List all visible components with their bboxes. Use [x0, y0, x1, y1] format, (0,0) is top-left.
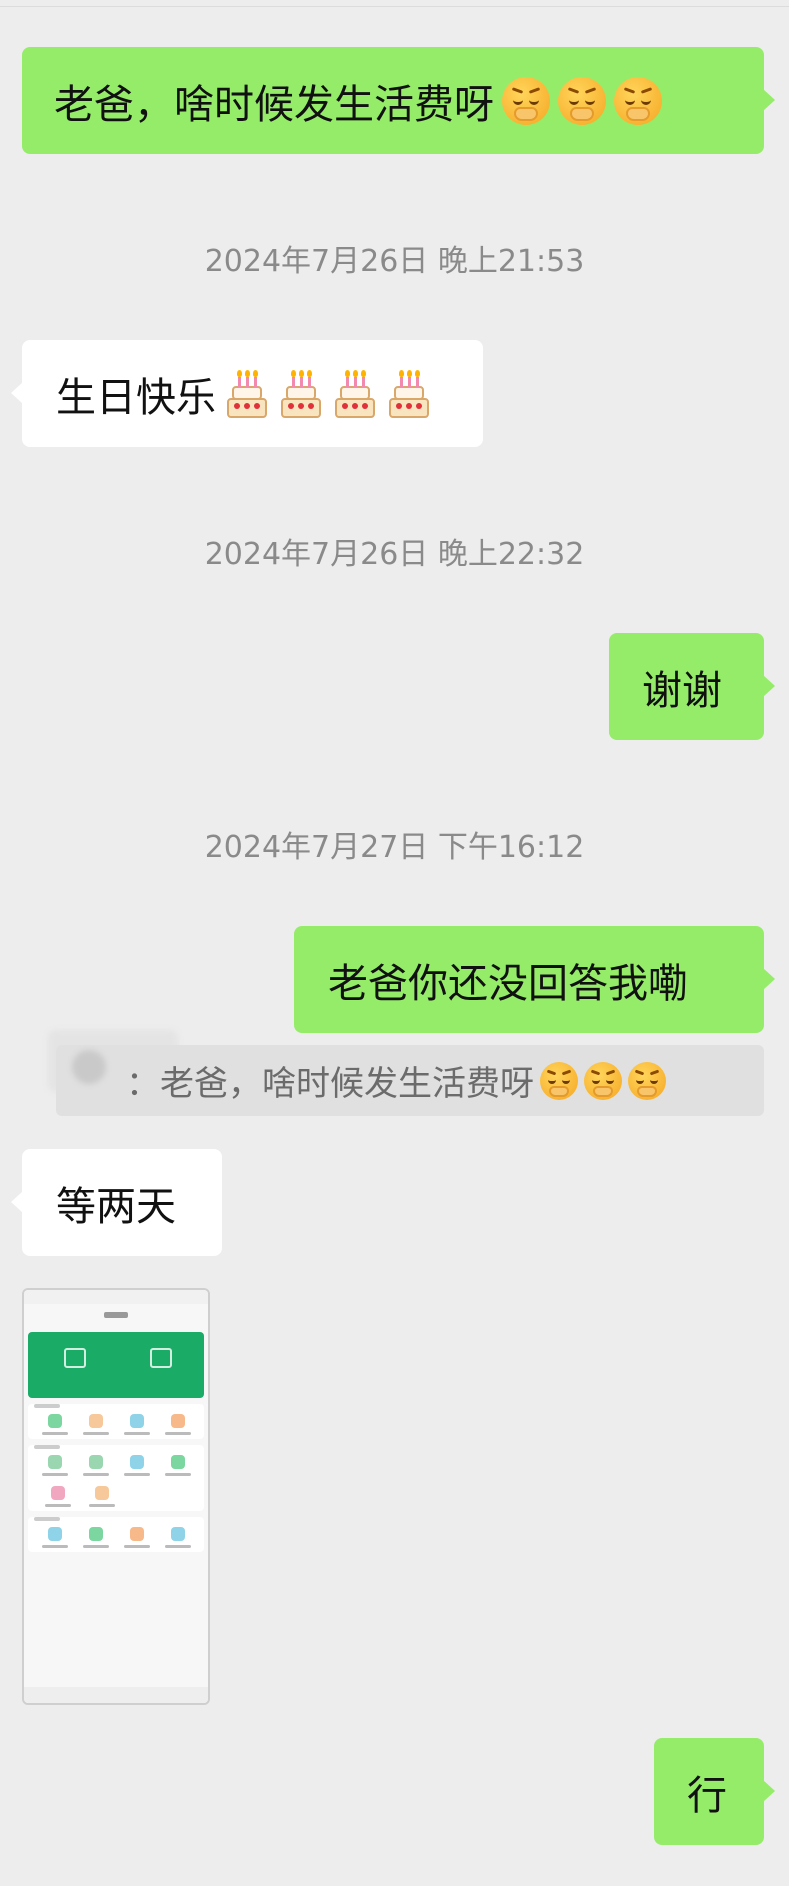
message-text: 老爸你还没回答我嘞 — [328, 960, 688, 1007]
sad-emoji-icon — [540, 1061, 578, 1100]
sad-emoji-icon — [558, 76, 606, 125]
message-text: 老爸，啥时候发生活费呀 — [54, 81, 494, 128]
timestamp: 2024年7月26日 晚上21:53 — [204, 244, 585, 279]
message-text: 谢谢 — [642, 667, 722, 714]
thumbnail-header — [24, 1304, 208, 1330]
sad-emoji-icon — [628, 1061, 666, 1100]
cake-emoji-icon — [386, 369, 432, 418]
message-text: 等两天 — [56, 1183, 176, 1230]
message-bubble-incoming[interactable]: 等两天 — [11, 1149, 222, 1256]
thumbnail-card — [28, 1445, 204, 1511]
thumbnail-status-bar — [24, 1290, 208, 1304]
thumbnail-card — [28, 1517, 204, 1552]
quoted-text: ：老爸，啥时候发生活费呀 — [126, 1064, 534, 1104]
message-text: 生日快乐 — [56, 374, 216, 421]
image-message-thumbnail[interactable] — [22, 1288, 210, 1705]
message-bubble-outgoing[interactable]: 谢谢 — [609, 633, 775, 740]
quoted-message[interactable]: ：老爸，啥时候发生活费呀 — [56, 1045, 764, 1116]
quote-avatar-blurred — [72, 1050, 106, 1084]
top-divider — [0, 6, 789, 7]
message-text: 行 — [687, 1772, 727, 1819]
timestamp: 2024年7月26日 晚上22:32 — [204, 537, 585, 572]
message-bubble-incoming[interactable]: 生日快乐 — [11, 340, 483, 447]
message-bubble-outgoing[interactable]: 老爸你还没回答我嘞 — [294, 926, 775, 1033]
message-bubble-outgoing[interactable]: 老爸，啥时候发生活费呀 — [22, 47, 775, 154]
thumbnail-nav-bar — [24, 1687, 208, 1703]
sad-emoji-icon — [614, 76, 662, 125]
thumbnail-hero-banner — [28, 1332, 204, 1398]
cake-emoji-icon — [332, 369, 378, 418]
message-bubble-outgoing[interactable]: 行 — [654, 1738, 775, 1845]
timestamp: 2024年7月27日 下午16:12 — [204, 830, 585, 865]
cake-emoji-icon — [278, 369, 324, 418]
thumbnail-card — [28, 1404, 204, 1439]
cake-emoji-icon — [224, 369, 270, 418]
sad-emoji-icon — [502, 76, 550, 125]
sad-emoji-icon — [584, 1061, 622, 1100]
